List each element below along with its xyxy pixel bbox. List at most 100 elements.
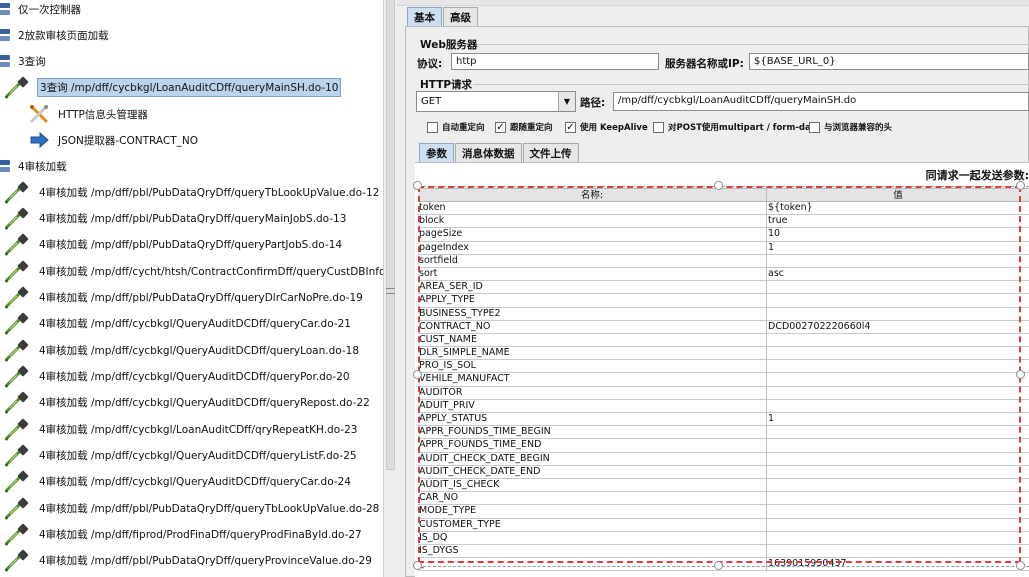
tree-item[interactable]: 4审核加载 /mp/dff/cycbkgl/QueryAuditDCDff/qu… [3,363,352,389]
table-row[interactable]: APPR_FOUNDS_TIME_END [418,439,1029,453]
param-value-cell[interactable] [767,519,1029,531]
param-name-cell[interactable]: AUDITOR [418,386,767,399]
param-value-cell[interactable] [767,387,1029,399]
param-name-cell[interactable]: AUDIT_CHECK_DATE_END [418,465,767,478]
tree-item[interactable]: 仅一次控制器 [0,0,83,22]
table-row[interactable]: AREA_SER_ID [418,281,1029,295]
param-name-cell[interactable]: IS_DQ [418,531,767,544]
tree-item[interactable]: 4审核加载 /mp/dff/pbl/PubDataQryDff/queryMai… [3,205,348,231]
param-value-cell[interactable] [767,400,1029,412]
tab-file-upload[interactable]: 文件上传 [522,143,579,162]
param-value-cell[interactable] [767,479,1029,491]
param-value-cell[interactable]: 1 [767,242,1029,254]
table-row[interactable]: AUDIT_IS_CHECK [418,478,1029,493]
param-name-cell[interactable]: pageSize [418,228,767,241]
table-row[interactable]: sortfield [418,254,1029,268]
checkmark-icon[interactable]: ✓ [495,121,506,133]
tree-scrollbar-thumb[interactable] [386,0,395,470]
tree-item-selected[interactable]: 3查询 /mp/dff/cycbkgl/LoanAuditCDff/queryM… [3,74,342,100]
tree-item[interactable]: 2放款审核页面加载 [0,22,111,48]
param-name-cell[interactable]: ADUIT_PRIV [418,399,767,412]
param-value-cell[interactable]: DCD002702220660l4 [767,321,1029,333]
param-value-cell[interactable] [767,426,1029,438]
param-value-cell[interactable] [767,505,1029,517]
param-value-cell[interactable]: true [767,215,1029,227]
param-name-cell[interactable]: APPLY_TYPE [418,294,767,307]
param-value-cell[interactable] [767,281,1029,293]
param-name-cell[interactable]: CAR_NO [418,492,767,505]
resize-handle[interactable] [714,561,723,570]
table-row[interactable]: APPR_FOUNDS_TIME_BEGIN [418,426,1029,440]
resize-handle[interactable] [1016,370,1025,379]
tree-item[interactable]: 4审核加载 /mp/dff/pbl/PubDataQryDff/queryPar… [3,231,344,257]
param-value-cell[interactable] [767,334,1029,346]
table-row[interactable]: AUDIT_CHECK_DATE_END [418,465,1029,479]
checkbox-icon[interactable] [427,121,438,133]
table-row[interactable]: IS_DQ [418,531,1029,545]
param-name-cell[interactable]: token [418,202,767,215]
param-value-cell[interactable]: 10 [767,228,1029,240]
tree-item[interactable]: 4审核加载 /mp/dff/cycbkgl/QueryAuditDCDff/qu… [3,310,353,336]
test-plan-tree[interactable]: 仅一次控制器 2放款审核页面加载 3查询 3查询 /mp/dff/cycbkgl/Lo… [0,0,383,577]
param-value-cell[interactable] [767,466,1029,478]
tree-item[interactable]: 4审核加载 /mp/dff/cycbkgl/LoanAuditCDff/qryR… [3,416,359,442]
option-checkbox[interactable]: 与浏览器兼容的头 [809,121,892,133]
param-value-cell[interactable]: 1639015950437 [767,558,1029,570]
param-value-cell[interactable] [767,453,1029,465]
resize-handle[interactable] [413,561,422,570]
tree-item[interactable]: 4审核加载 /mp/dff/cycbkgl/QueryAuditDCDff/qu… [3,389,372,415]
param-value-cell[interactable]: 1 [767,413,1029,425]
param-value-cell[interactable] [767,439,1029,451]
param-value-cell[interactable] [767,294,1029,306]
param-name-cell[interactable]: DLR_SIMPLE_NAME [418,347,767,360]
tree-item[interactable]: 4审核加载 /mp/dff/pbl/PubDataQryDff/queryTbL… [3,495,381,521]
table-row[interactable]: AUDIT_CHECK_DATE_BEGIN [418,452,1029,466]
tree-item[interactable]: HTTP信息头管理器 [28,101,150,127]
table-row[interactable]: _1639015950437 [418,558,1029,572]
table-row[interactable]: APPLY_TYPE [418,294,1029,308]
param-name-cell[interactable]: APPR_FOUNDS_TIME_BEGIN [418,426,767,439]
param-name-cell[interactable]: AUDIT_IS_CHECK [418,478,767,492]
param-name-cell[interactable]: CUSTOMER_TYPE [418,518,767,531]
table-row[interactable]: CUST_NAME [418,333,1029,348]
tree-item[interactable]: 4审核加载 /mp/dff/pbl/PubDataQryDff/queryTbL… [3,179,381,205]
param-name-cell[interactable]: pageIndex [418,241,767,254]
tree-item[interactable]: 4审核加载 /mp/dff/pbl/PubDataQryDff/queryDlr… [3,284,365,310]
param-name-cell[interactable]: CUST_NAME [418,333,767,347]
resize-handle[interactable] [413,370,422,379]
checkbox-icon[interactable] [809,121,820,133]
tree-item[interactable]: 3查询 [0,48,48,74]
chevron-down-icon[interactable]: ▼ [558,92,575,111]
resize-handle[interactable] [1016,561,1025,570]
option-checkbox[interactable]: 对POST使用multipart / form-data [653,121,821,133]
param-value-cell[interactable] [767,545,1029,557]
tree-item[interactable]: JSON提取器-CONTRACT_NO [28,127,200,153]
table-row[interactable]: CUSTOMER_TYPE [418,518,1029,532]
tree-item[interactable]: 4审核加载 /mp/dff/fiprod/ProdFinaDff/queryPr… [3,521,364,547]
param-name-cell[interactable]: CONTRACT_NO [418,320,767,333]
tab-basic[interactable]: 基本 [407,7,442,26]
tree-item[interactable]: 4审核加载 /mp/dff/cycbkgl/QueryAuditDCDff/qu… [3,468,353,494]
checkmark-icon[interactable]: ✓ [565,121,576,133]
param-name-cell[interactable]: APPLY_STATUS [418,413,767,426]
table-row[interactable]: ADUIT_PRIV [418,399,1029,413]
param-name-cell[interactable]: BUSINESS_TYPE2 [418,307,767,320]
param-name-cell[interactable]: block [418,215,767,228]
table-row[interactable]: DLR_SIMPLE_NAME [418,347,1029,361]
table-row[interactable]: CAR_NO [418,492,1029,506]
table-row[interactable]: VEHILE_MANUFACT [418,373,1029,387]
param-name-cell[interactable]: PRO_IS_SOL [418,360,767,373]
table-row[interactable]: BUSINESS_TYPE2 [418,307,1029,321]
param-value-cell[interactable]: asc [767,268,1029,280]
path-input[interactable]: /mp/dff/cycbkgl/LoanAuditCDff/queryMainS… [613,92,1029,111]
checkbox-icon[interactable] [653,121,664,133]
table-row[interactable]: PRO_IS_SOL [418,360,1029,374]
param-value-cell[interactable]: ${token} [767,202,1029,214]
column-header-value[interactable]: 值 [767,189,1029,201]
method-select[interactable]: GET ▼ [416,91,576,112]
table-row[interactable]: MODE_TYPE [418,505,1029,519]
tab-body-data[interactable]: 消息体数据 [455,143,522,162]
server-input[interactable]: ${BASE_URL_0} [749,53,1029,70]
table-row[interactable]: APPLY_STATUS 1 [418,413,1029,427]
panel-splitter[interactable] [383,0,397,577]
